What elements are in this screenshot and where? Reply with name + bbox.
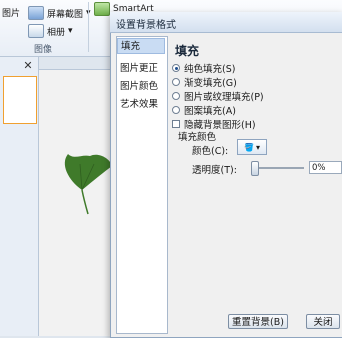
- chevron-down-icon: ▾: [255, 142, 260, 152]
- ginkgo-leaf-image: [64, 154, 112, 215]
- close-button[interactable]: 关闭: [306, 314, 340, 329]
- close-icon[interactable]: ✕: [22, 60, 34, 72]
- ribbon-separator: [88, 2, 89, 52]
- chevron-down-icon: ▾: [68, 26, 73, 36]
- nav-item-fill[interactable]: 填充: [117, 38, 165, 54]
- radio-pattern-fill[interactable]: 图案填充(A): [172, 103, 236, 117]
- nav-item-artistic-effects[interactable]: 艺术效果: [120, 96, 158, 110]
- screenshot-label: 屏幕截图: [47, 9, 84, 20]
- picture-label: 图片: [2, 9, 21, 19]
- slide-thumbnail[interactable]: [3, 76, 37, 124]
- album-icon: [28, 24, 44, 38]
- paint-bucket-icon: 🪣: [244, 142, 254, 152]
- reset-background-button[interactable]: 重置背景(B): [228, 314, 288, 329]
- nav-item-picture-corrections[interactable]: 图片更正: [120, 60, 158, 74]
- transparency-slider-track[interactable]: [254, 167, 304, 169]
- radio-label: 纯色填充(S): [184, 64, 236, 75]
- transparency-label: 透明度(T):: [192, 165, 237, 176]
- picture-button[interactable]: 图片: [2, 6, 20, 19]
- transparency-input[interactable]: 0%: [309, 161, 342, 174]
- radio-indicator: [172, 64, 180, 72]
- radio-indicator: [172, 78, 180, 86]
- transparency-slider-thumb[interactable]: [251, 161, 259, 176]
- radio-indicator: [172, 92, 180, 100]
- radio-picture-texture-fill[interactable]: 图片或纹理填充(P): [172, 89, 264, 103]
- radio-label: 图片或纹理填充(P): [184, 92, 264, 103]
- fill-color-label: 填充颜色: [178, 132, 217, 143]
- dialog-title: 设置背景格式: [116, 20, 176, 31]
- color-picker-button[interactable]: 🪣 ▾: [237, 139, 267, 155]
- screenshot-icon: [28, 6, 44, 20]
- screenshot-button[interactable]: 屏幕截图 ▾: [28, 6, 91, 20]
- radio-label: 图案填充(A): [184, 106, 236, 117]
- checkbox-indicator: [172, 120, 180, 128]
- section-heading: 填充: [175, 44, 200, 58]
- group-label-image: 图像: [34, 45, 53, 55]
- radio-gradient-fill[interactable]: 渐变填充(G): [172, 75, 237, 89]
- color-label: 颜色(C):: [192, 146, 229, 157]
- album-button[interactable]: 相册 ▾: [28, 24, 73, 38]
- slide-ruler: [39, 57, 115, 70]
- nav-item-picture-color[interactable]: 图片颜色: [120, 78, 158, 92]
- album-label: 相册: [47, 27, 66, 38]
- radio-label: 渐变填充(G): [184, 78, 237, 89]
- radio-solid-fill[interactable]: 纯色填充(S): [172, 61, 235, 75]
- radio-indicator: [172, 106, 180, 114]
- smartart-icon: [94, 2, 110, 16]
